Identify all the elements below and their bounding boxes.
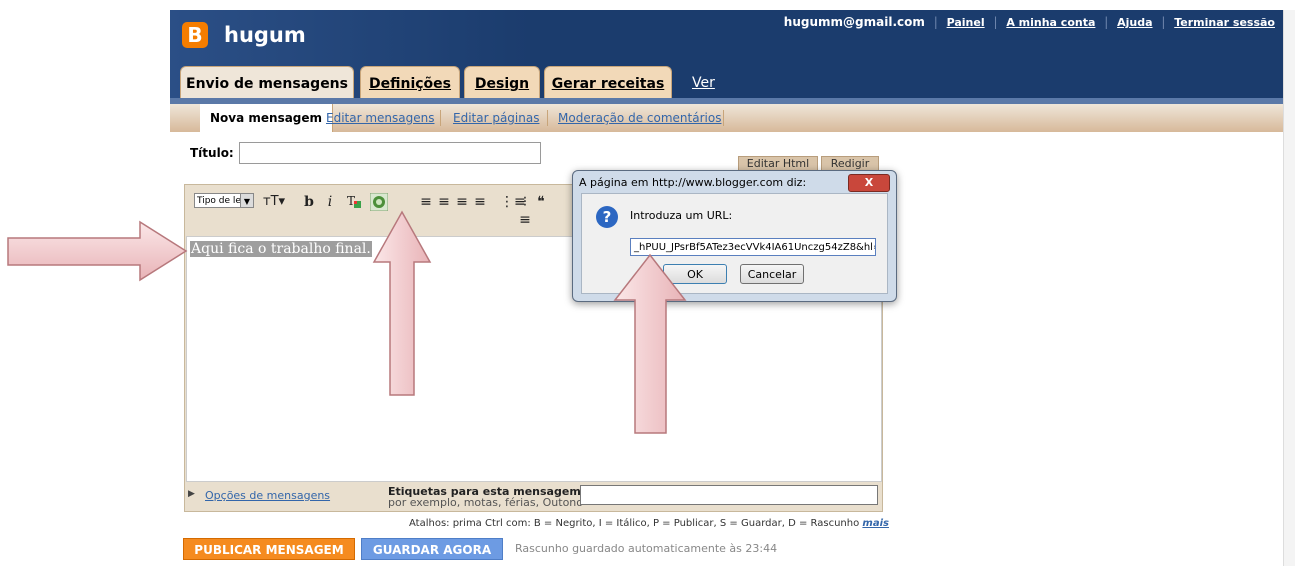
link-icon[interactable] [369,192,389,212]
post-body-text[interactable]: Aqui fica o trabalho final. [190,241,372,257]
account-links: hugumm@gmail.com | Painel | A minha cont… [783,15,1275,29]
bold-icon[interactable]: b [302,193,316,211]
help-link[interactable]: Ajuda [1117,16,1152,29]
subnav: Nova mensagem Editar mensagens Editar pá… [170,104,1283,132]
dashboard-link[interactable]: Painel [947,16,985,29]
url-input[interactable]: _hPUU_JPsrBf5ATez3ecVVk4IA61Unczg54zZ8&h… [630,238,876,256]
cancel-button[interactable]: Cancelar [740,264,804,284]
bullet-list-icon[interactable]: ⁝≡ [518,193,532,228]
align-left-icon[interactable]: ≡ [419,193,433,211]
page-scrollbar[interactable] [1283,10,1295,566]
tab-settings[interactable]: Definições [360,66,460,98]
shortcuts-text: Atalhos: prima Ctrl com: B = Negrito, I … [409,518,860,529]
labels-hint: por exemplo, motas, férias, Outono [388,496,584,509]
subtab-edit-pages[interactable]: Editar páginas [453,104,539,132]
expand-triangle-icon[interactable]: ▶ [188,489,195,499]
tab-settings-label: Definições [368,76,451,92]
shortcuts-more-link[interactable]: mais [862,518,889,529]
font-family-label: Tipo de le [197,196,241,206]
tab-design[interactable]: Design [464,66,540,98]
save-now-button[interactable]: GUARDAR AGORA [361,538,503,560]
font-size-icon[interactable]: тT▾ [263,193,285,211]
publish-button[interactable]: PUBLICAR MENSAGEM [183,538,355,560]
text-color-icon[interactable]: T [346,193,362,211]
numbered-list-icon[interactable]: ⋮≡ [500,193,526,211]
dialog-body: ? Introduza um URL: _hPUU_JPsrBf5ATez3ec… [581,193,888,294]
shortcuts-hint: Atalhos: prima Ctrl com: B = Negrito, I … [409,518,889,529]
title-label: Título: [190,146,234,160]
quote-icon[interactable]: ❝ [536,193,546,211]
subtab-new-post[interactable]: Nova mensagem [200,104,334,132]
chevron-down-icon: ▼ [240,194,253,207]
sign-out-link[interactable]: Terminar sessão [1174,16,1275,29]
title-input[interactable] [239,142,541,164]
subtab-comment-moderation[interactable]: Moderação de comentários [558,104,721,132]
tab-posting[interactable]: Envio de mensagens [180,66,354,102]
user-email: hugumm@gmail.com [783,15,925,29]
tab-monetize[interactable]: Gerar receitas [544,66,672,98]
post-options-link[interactable]: Opções de mensagens [205,489,330,502]
tab-design-label: Design [474,76,530,92]
my-account-link[interactable]: A minha conta [1006,16,1095,29]
blog-name[interactable]: hugum [224,23,306,47]
align-right-icon[interactable]: ≡ [455,193,469,211]
dialog-message: Introduza um URL: [630,209,733,222]
arrow-right-to-text [7,220,188,282]
svg-text:T: T [347,194,355,208]
labels-input[interactable] [580,485,878,505]
font-family-select[interactable]: Tipo de le ▼ [194,193,254,208]
ok-button[interactable]: OK [663,264,727,284]
question-icon: ? [596,206,618,228]
url-prompt-dialog: A página em http://www.blogger.com diz: … [572,170,897,302]
close-icon[interactable]: X [848,174,890,192]
autosave-status: Rascunho guardado automaticamente às 23:… [515,542,778,555]
tab-monetize-label: Gerar receitas [551,76,665,92]
align-center-icon[interactable]: ≡ [437,193,451,211]
subtab-edit-posts[interactable]: Editar mensagens [326,104,434,132]
blogger-logo-icon[interactable]: B [182,22,208,48]
post-options-row: ▶ Opções de mensagens Etiquetas para est… [188,485,880,509]
italic-icon[interactable]: i [324,193,336,211]
dialog-title: A página em http://www.blogger.com diz: [579,176,807,189]
justify-icon[interactable]: ≡ [473,193,487,211]
